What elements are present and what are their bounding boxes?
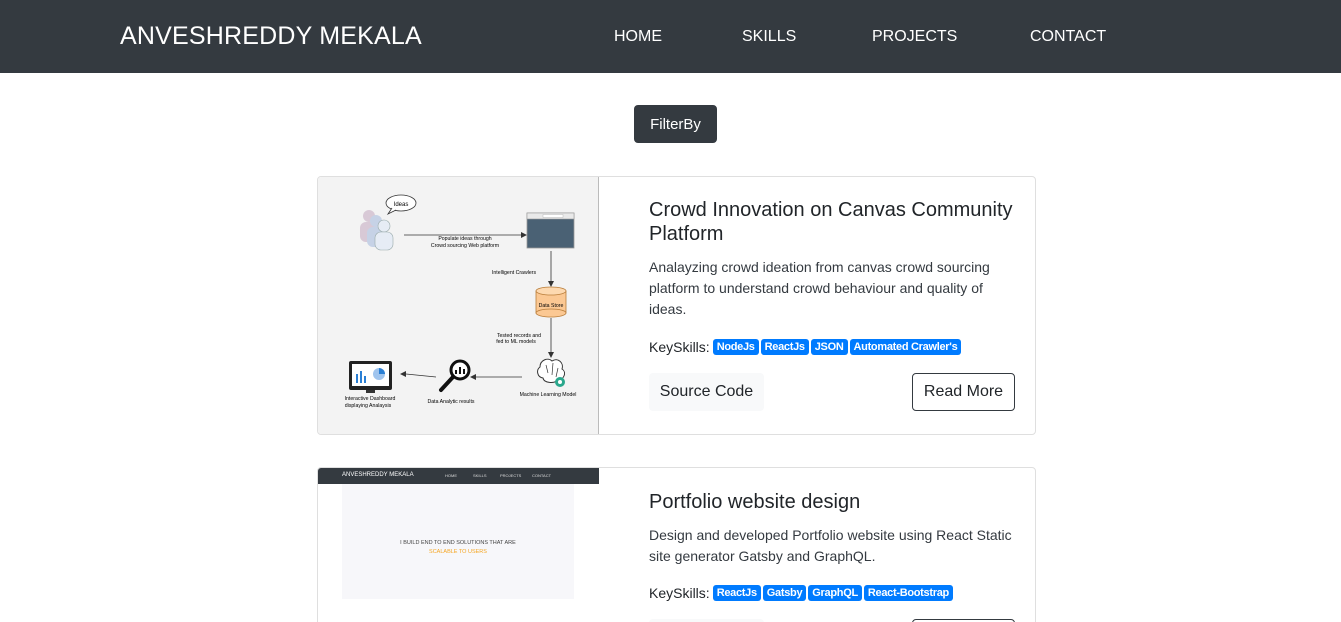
brand-logo[interactable]: ANVESHREDDY MEKALA xyxy=(120,22,422,51)
portfolio-thumbnail-image: ANVESHREDDY MEKALA HOME SKILLS PROJECTS … xyxy=(318,468,599,622)
brain-icon xyxy=(537,358,566,387)
thumb-hero-line1: I BUILD END TO END SOLUTIONS THAT ARE xyxy=(400,540,516,546)
key-skills-row: KeySkills: ReactJs Gatsby GraphQL React-… xyxy=(649,585,955,601)
svg-text:fed to ML models: fed to ML models xyxy=(496,339,536,345)
thumb-nav-link: PROJECTS xyxy=(500,473,522,478)
thumb-navbar: ANVESHREDDY MEKALA HOME SKILLS PROJECTS … xyxy=(318,468,599,484)
dashboard-monitor-icon xyxy=(349,361,392,393)
project-card: ANVESHREDDY MEKALA HOME SKILLS PROJECTS … xyxy=(317,467,1036,622)
project-title: Crowd Innovation on Canvas Community Pla… xyxy=(649,199,1013,245)
project-diagram-image: Ideas Populate ideas through Crowd sourc… xyxy=(318,177,599,434)
nav-link-contact[interactable]: CONTACT xyxy=(1030,28,1106,46)
svg-text:Intelligent Crawlers: Intelligent Crawlers xyxy=(492,270,537,276)
web-platform-icon xyxy=(526,212,575,249)
project-description: Analayzing crowd ideation from canvas cr… xyxy=(649,259,990,317)
key-skills-label: KeySkills: xyxy=(649,585,710,601)
key-skills-label: KeySkills: xyxy=(649,339,710,355)
skill-badge: GraphQL xyxy=(808,585,862,601)
svg-text:Ideas: Ideas xyxy=(394,202,409,208)
people-icon xyxy=(360,210,394,251)
skill-badge: Automated Crawler's xyxy=(849,339,962,355)
skill-badge: Gatsby xyxy=(762,585,807,601)
svg-text:displaying Analaysis: displaying Analaysis xyxy=(345,403,392,409)
skill-badge: ReactJs xyxy=(712,585,761,601)
database-icon xyxy=(535,286,567,318)
svg-text:Interactive Dashboard: Interactive Dashboard xyxy=(345,396,396,402)
thumb-hero: I BUILD END TO END SOLUTIONS THAT ARE SC… xyxy=(342,484,574,599)
project-card: Ideas Populate ideas through Crowd sourc… xyxy=(317,176,1036,435)
skill-badge: ReactJs xyxy=(760,339,809,355)
thumb-nav-link: HOME xyxy=(445,473,457,478)
key-skills-row: KeySkills: NodeJs ReactJs JSON Automated… xyxy=(649,339,963,355)
source-code-button[interactable]: Source Code xyxy=(649,373,764,411)
skill-badge: JSON xyxy=(810,339,848,355)
nav-link-skills[interactable]: SKILLS xyxy=(742,28,796,46)
thumb-nav-link: SKILLS xyxy=(473,473,487,478)
architecture-diagram: Ideas Populate ideas through Crowd sourc… xyxy=(345,194,577,409)
skill-badge: NodeJs xyxy=(712,339,759,355)
svg-text:Crowd sourcing Web platform: Crowd sourcing Web platform xyxy=(431,243,499,249)
read-more-button[interactable]: Read More xyxy=(912,373,1015,411)
nav-link-home[interactable]: HOME xyxy=(614,28,662,46)
nav-link-projects[interactable]: PROJECTS xyxy=(872,28,957,46)
thumb-brand: ANVESHREDDY MEKALA xyxy=(342,472,414,478)
skill-badge: React-Bootstrap xyxy=(863,585,953,601)
svg-text:Machine Learning Model: Machine Learning Model xyxy=(520,392,577,398)
thumb-hero-line2: SCALABLE TO USERS xyxy=(429,549,487,555)
project-description: Design and developed Portfolio website u… xyxy=(649,527,1012,564)
filter-by-button[interactable]: FilterBy xyxy=(634,105,717,143)
analytics-magnifier-icon xyxy=(439,359,471,392)
svg-text:Data Store: Data Store xyxy=(539,303,564,309)
thumb-nav-link: CONTACT xyxy=(532,473,552,478)
navbar: ANVESHREDDY MEKALA HOME SKILLS PROJECTS … xyxy=(0,0,1341,73)
svg-text:Data Analytic results: Data Analytic results xyxy=(428,399,475,405)
project-title: Portfolio website design xyxy=(649,491,861,513)
svg-text:Populate ideas through: Populate ideas through xyxy=(438,236,491,242)
